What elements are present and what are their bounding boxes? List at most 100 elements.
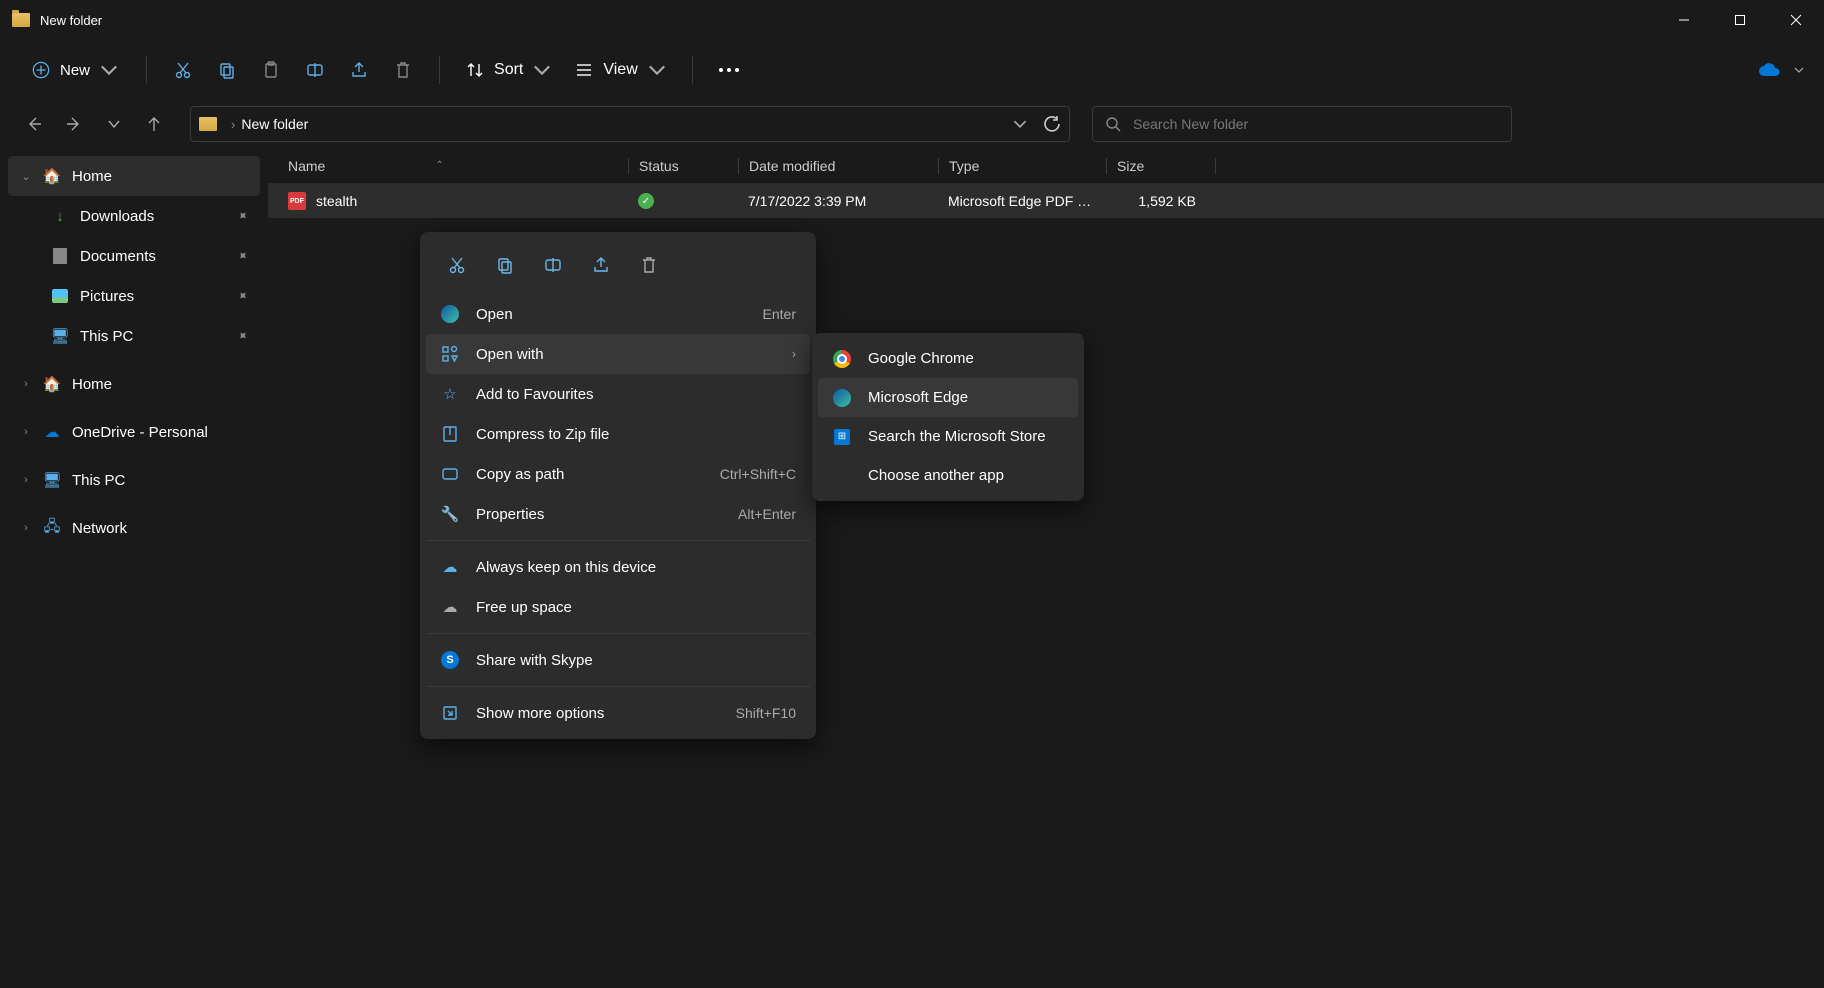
pin-icon: ✦ (233, 206, 252, 225)
sidebar-item-downloads[interactable]: ↓ Downloads ✦ (8, 196, 260, 236)
rename-button[interactable] (536, 248, 570, 282)
context-open-with[interactable]: Open with › (426, 334, 810, 374)
sort-label: Sort (494, 61, 523, 79)
context-open[interactable]: Open Enter (426, 294, 810, 334)
recent-button[interactable] (98, 108, 130, 140)
delete-button[interactable] (632, 248, 666, 282)
minimize-button[interactable] (1656, 0, 1712, 40)
paste-button[interactable] (251, 50, 291, 90)
sidebar-item-onedrive[interactable]: › ☁ OneDrive - Personal (8, 412, 260, 452)
sidebar-label: Home (72, 376, 112, 393)
column-status[interactable]: Status (628, 158, 738, 174)
new-button[interactable]: New (20, 55, 130, 85)
home-icon: 🏠 (42, 167, 62, 185)
pc-icon: 🖥 (42, 471, 62, 489)
chevron-down-icon[interactable] (1794, 65, 1804, 75)
onedrive-icon[interactable] (1758, 63, 1780, 77)
submenu-edge[interactable]: Microsoft Edge (818, 378, 1078, 417)
close-button[interactable] (1768, 0, 1824, 40)
search-input[interactable] (1133, 116, 1499, 132)
context-compress[interactable]: Compress to Zip file (426, 414, 810, 454)
context-favourites[interactable]: ☆ Add to Favourites (426, 374, 810, 414)
window-controls (1656, 0, 1824, 40)
search-box[interactable] (1092, 106, 1512, 142)
folder-icon (12, 13, 30, 27)
chevron-right-icon: › (792, 347, 796, 361)
sidebar-item-thispc[interactable]: › 🖥 This PC (8, 460, 260, 500)
sidebar-label: Home (72, 168, 112, 185)
share-button[interactable] (339, 50, 379, 90)
share-button[interactable] (584, 248, 618, 282)
forward-button[interactable] (58, 108, 90, 140)
file-type: Microsoft Edge PDF … (938, 193, 1106, 209)
titlebar: New folder (0, 0, 1824, 40)
chevron-right-icon: › (20, 378, 32, 390)
chevron-right-icon: › (20, 474, 32, 486)
view-button[interactable]: View (565, 55, 675, 85)
edge-icon (440, 305, 460, 323)
wrench-icon: 🔧 (440, 505, 460, 523)
up-button[interactable] (138, 108, 170, 140)
address-bar[interactable]: › New folder (190, 106, 1070, 142)
pin-icon: ✦ (233, 246, 252, 265)
maximize-button[interactable] (1712, 0, 1768, 40)
submenu-another[interactable]: Choose another app (818, 456, 1078, 495)
submenu-store[interactable]: ⊞ Search the Microsoft Store (818, 417, 1078, 456)
sidebar-item-home-drive[interactable]: › 🏠 Home (8, 364, 260, 404)
search-icon (1105, 116, 1121, 132)
file-size: 1,592 KB (1106, 193, 1216, 209)
context-copy-path[interactable]: Copy as path Ctrl+Shift+C (426, 454, 810, 494)
cloud-icon: ☁ (440, 598, 460, 616)
file-row[interactable]: PDF stealth ✓ 7/17/2022 3:39 PM Microsof… (268, 184, 1824, 218)
chrome-icon (832, 349, 852, 369)
sidebar-item-documents[interactable]: Documents ✦ (8, 236, 260, 276)
submenu-chrome[interactable]: Google Chrome (818, 339, 1078, 378)
sidebar-item-pictures[interactable]: Pictures ✦ (8, 276, 260, 316)
breadcrumb-separator: › (231, 117, 235, 132)
context-properties[interactable]: 🔧 Properties Alt+Enter (426, 494, 810, 534)
network-icon: 🖧 (42, 516, 62, 541)
sidebar-label: Documents (80, 248, 156, 265)
separator (426, 540, 810, 541)
column-date[interactable]: Date modified (738, 158, 938, 174)
cloud-sync-icon: ☁ (440, 558, 460, 576)
column-headers: Name⌃ Status Date modified Type Size (268, 148, 1824, 184)
new-label: New (60, 62, 90, 79)
download-icon: ↓ (50, 208, 70, 225)
more-button[interactable] (709, 58, 749, 82)
column-size[interactable]: Size (1106, 158, 1216, 174)
sidebar-item-network[interactable]: › 🖧 Network (8, 508, 260, 548)
sidebar-label: This PC (72, 472, 125, 489)
store-icon: ⊞ (832, 427, 852, 447)
back-button[interactable] (18, 108, 50, 140)
delete-button[interactable] (383, 50, 423, 90)
folder-icon (199, 117, 217, 131)
copy-button[interactable] (207, 50, 247, 90)
context-always-keep[interactable]: ☁ Always keep on this device (426, 547, 810, 587)
breadcrumb-current[interactable]: New folder (241, 116, 308, 132)
sync-status-icon: ✓ (638, 193, 654, 209)
chevron-down-icon[interactable] (1013, 117, 1027, 131)
document-icon (50, 248, 70, 264)
chevron-down-icon: ⌄ (20, 170, 32, 183)
sidebar-item-home[interactable]: ⌄ 🏠 Home (8, 156, 260, 196)
column-type[interactable]: Type (938, 158, 1106, 174)
copy-button[interactable] (488, 248, 522, 282)
context-more-options[interactable]: Show more options Shift+F10 (426, 693, 810, 733)
sidebar: ⌄ 🏠 Home ↓ Downloads ✦ Documents ✦ Pictu… (0, 148, 268, 988)
skype-icon: S (440, 651, 460, 669)
separator (426, 686, 810, 687)
sidebar-item-thispc-pinned[interactable]: 🖥 This PC ✦ (8, 316, 260, 356)
zip-icon (440, 425, 460, 443)
sort-button[interactable]: Sort (456, 55, 561, 85)
context-skype[interactable]: S Share with Skype (426, 640, 810, 680)
refresh-button[interactable] (1043, 115, 1061, 133)
rename-button[interactable] (295, 50, 335, 90)
cut-button[interactable] (440, 248, 474, 282)
toolbar: New Sort View (0, 40, 1824, 100)
window-title: New folder (40, 13, 102, 28)
pin-icon: ✦ (233, 286, 252, 305)
column-name[interactable]: Name⌃ (268, 158, 628, 174)
context-free-up[interactable]: ☁ Free up space (426, 587, 810, 627)
cut-button[interactable] (163, 50, 203, 90)
